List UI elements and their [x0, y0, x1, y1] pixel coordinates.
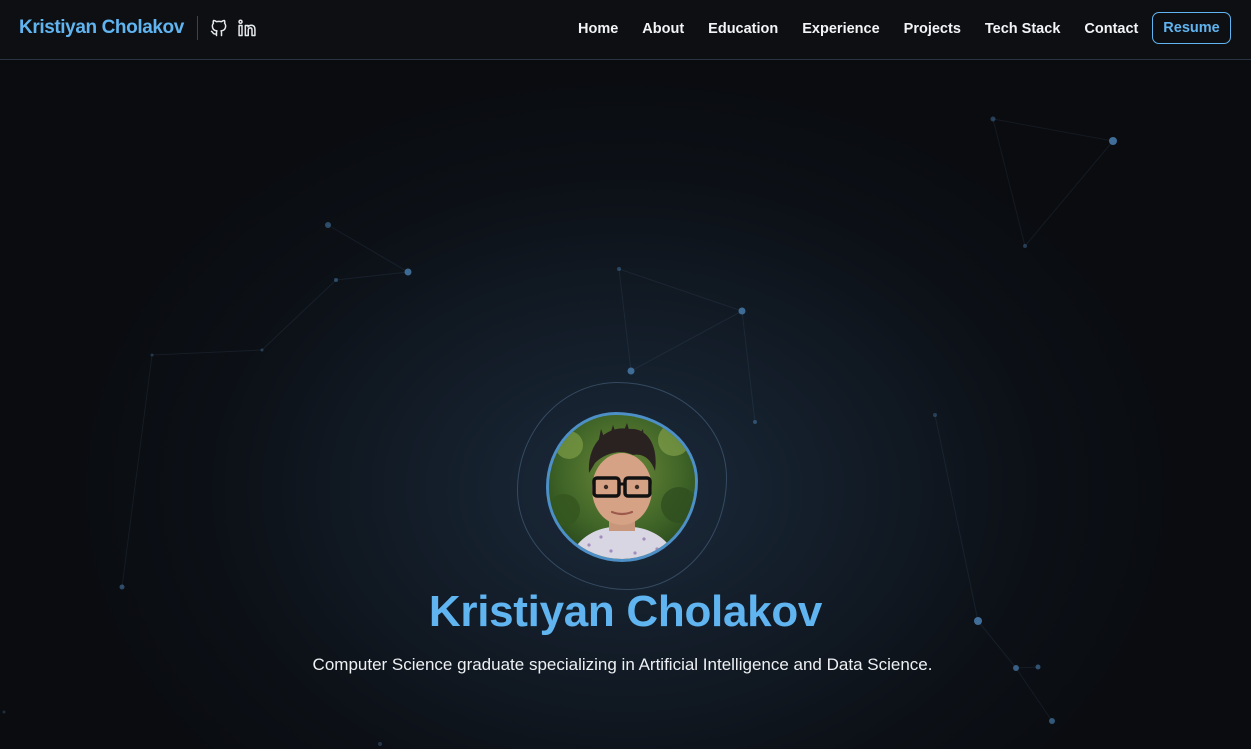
nav-link-about[interactable]: About	[630, 19, 696, 39]
nav-links: Home About Education Experience Projects…	[566, 19, 1150, 39]
resume-button[interactable]: Resume	[1152, 12, 1231, 44]
hero-section: Kristiyan Cholakov Computer Science grad…	[0, 60, 1251, 749]
nav-link-contact[interactable]: Contact	[1072, 19, 1150, 39]
nav-link-home[interactable]: Home	[566, 19, 630, 39]
top-navbar: Kristiyan Cholakov Home About Education …	[0, 0, 1251, 60]
nav-link-projects[interactable]: Projects	[892, 19, 973, 39]
nav-link-education[interactable]: Education	[696, 19, 790, 39]
brand-name[interactable]: Kristiyan Cholakov	[19, 17, 184, 39]
nav-link-tech-stack[interactable]: Tech Stack	[973, 19, 1073, 39]
linkedin-icon[interactable]	[237, 18, 257, 38]
nav-link-experience[interactable]: Experience	[790, 19, 891, 39]
hero-name-heading: Kristiyan Cholakov	[428, 587, 823, 636]
profile-photo-illustration	[549, 415, 695, 559]
github-icon[interactable]	[209, 18, 229, 38]
brand-divider	[197, 16, 198, 40]
hero-tagline: Computer Science graduate specializing i…	[312, 655, 933, 674]
